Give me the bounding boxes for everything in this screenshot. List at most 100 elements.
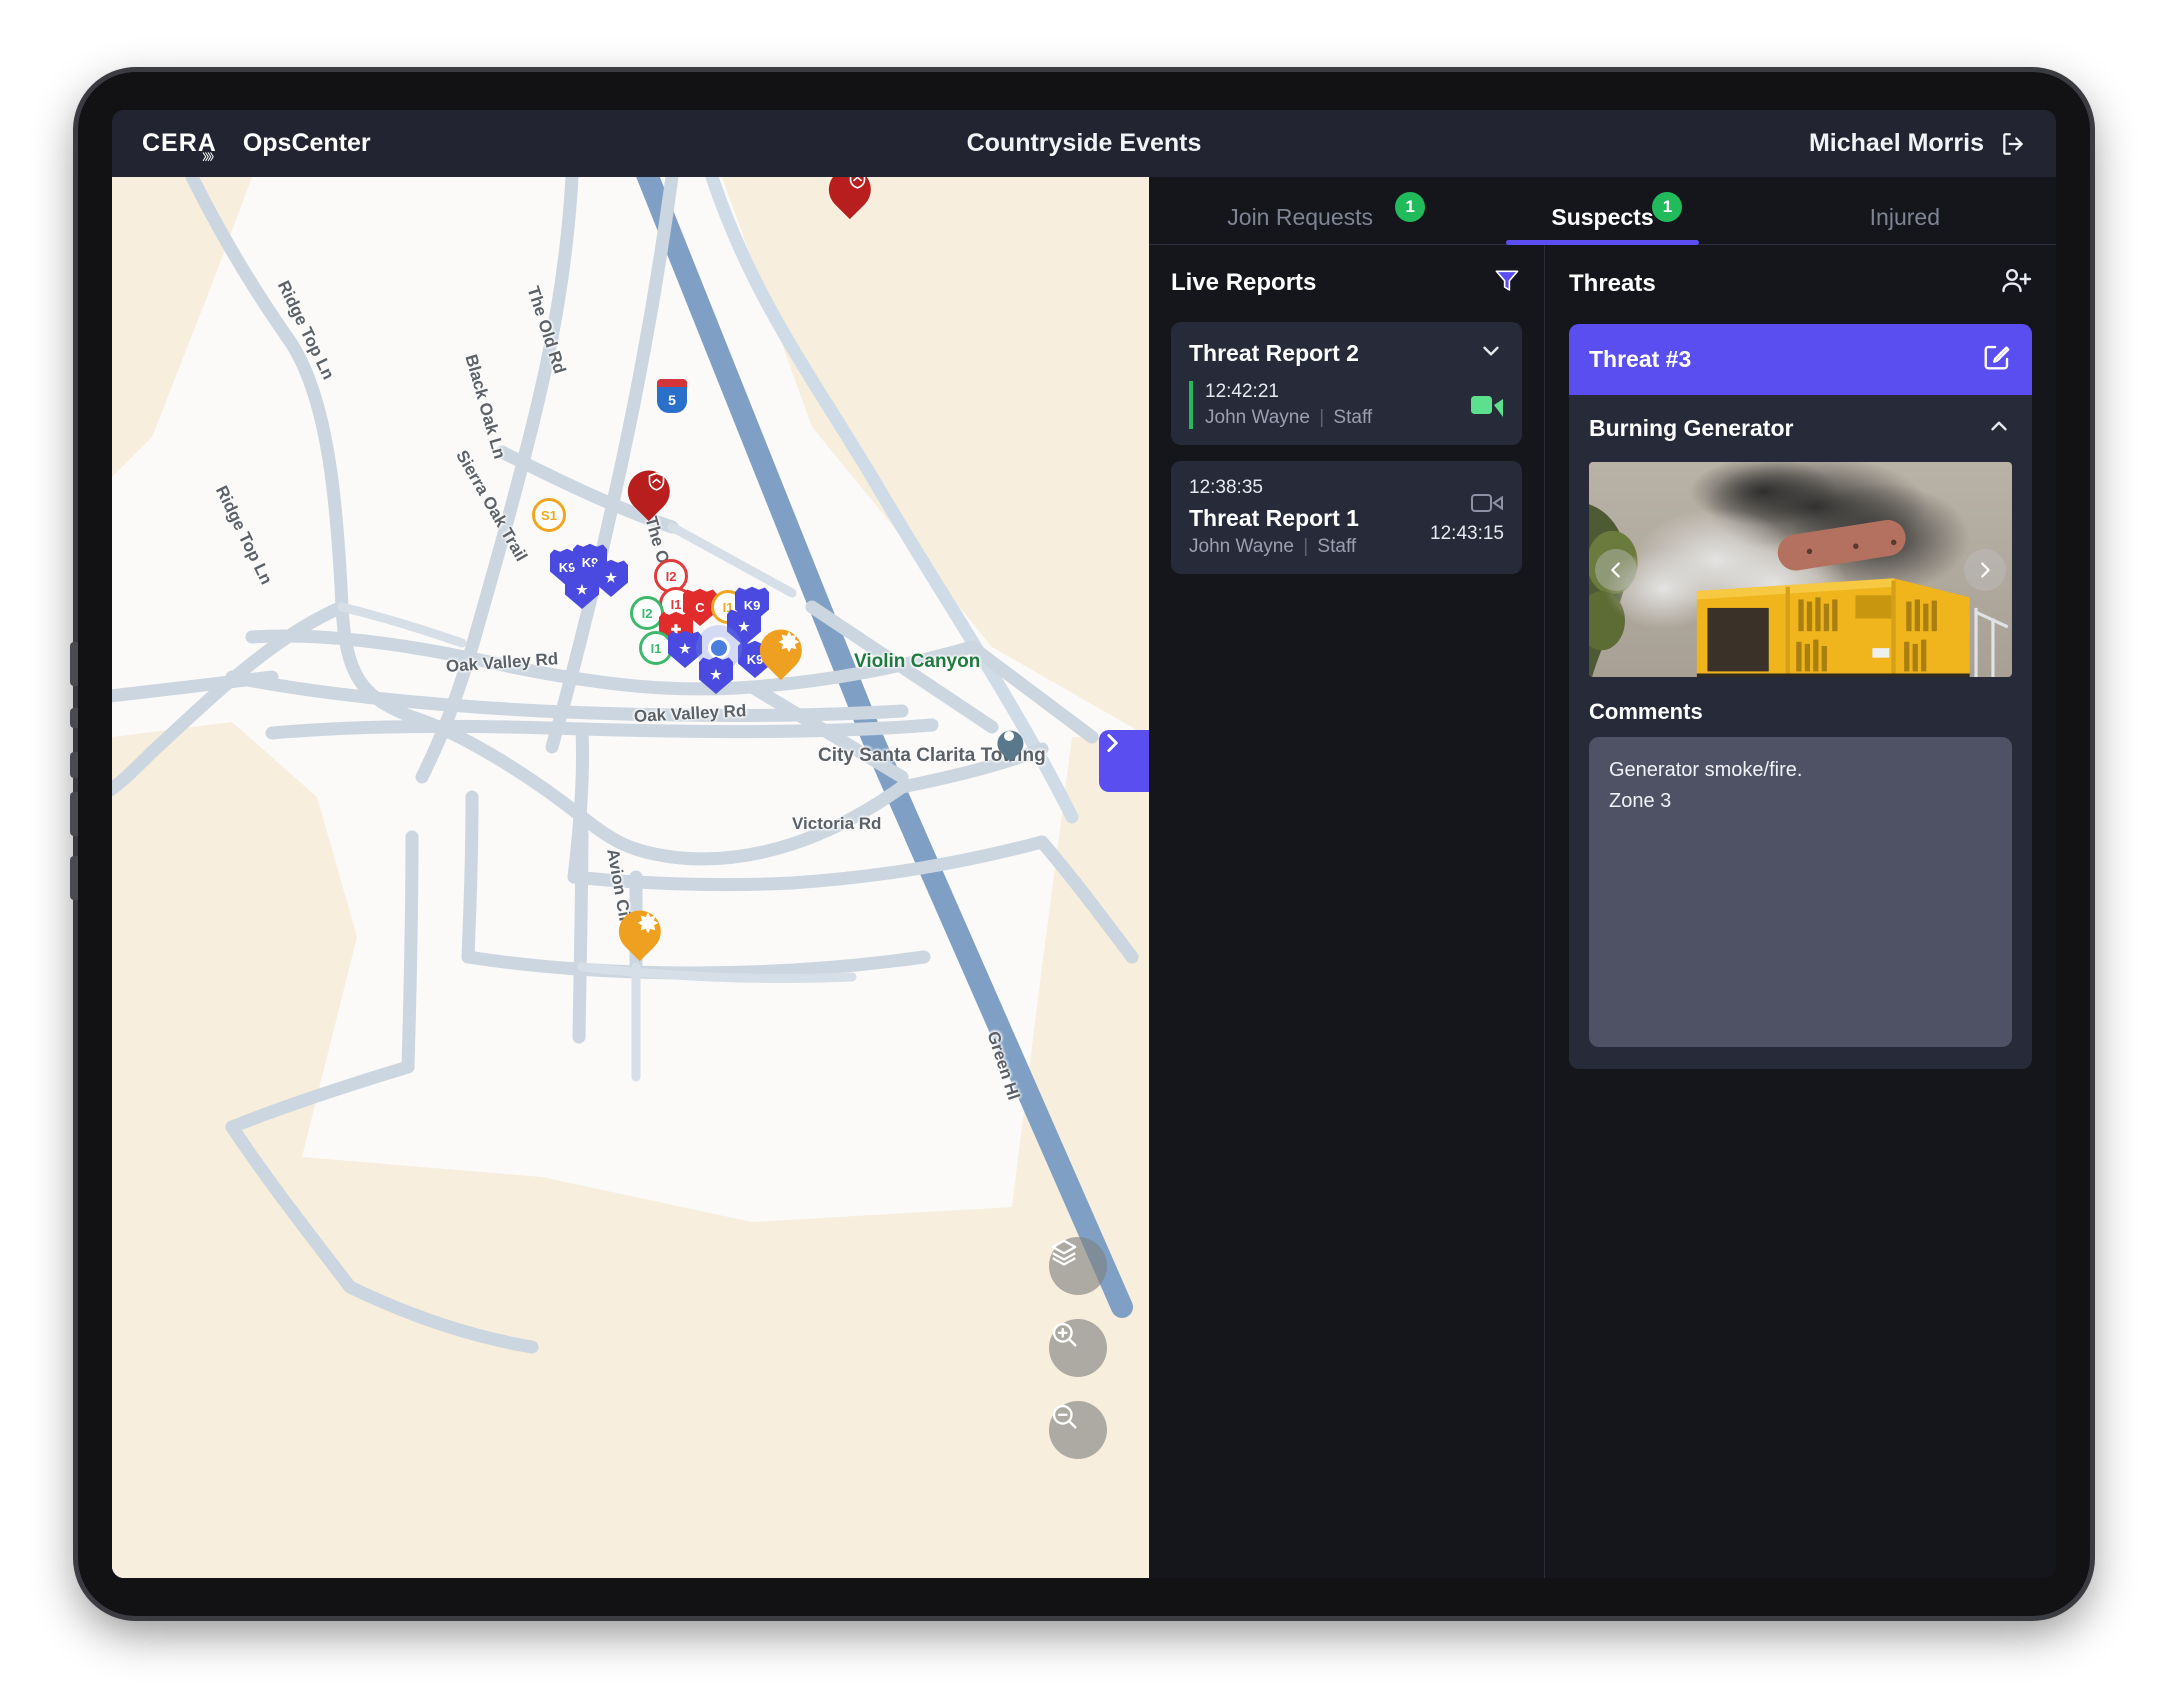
user-name: Michael Morris <box>1808 129 1984 157</box>
live-report-time: 12:42:21 <box>1205 381 1279 402</box>
live-report-separator: | <box>1303 536 1309 557</box>
chevron-right-icon <box>1107 734 1118 752</box>
carousel-next-button[interactable] <box>1964 548 2006 591</box>
live-reports-panel: Live Reports Threat Report 2 12:42:21 Jo… <box>1149 245 1545 1578</box>
map-panel-toggle-button[interactable] <box>1099 730 1149 792</box>
medical-star-icon <box>757 621 800 675</box>
live-report-role: Staff <box>1333 407 1373 428</box>
layers-icon <box>1051 1239 1077 1266</box>
main-content: Ridge Top Ln Ridge Top Ln Black Oak Ln The … <box>112 177 2056 1578</box>
device-button-5[interactable] <box>70 856 78 900</box>
tablet-device-frame: CERA 〉〉〉〉 OpsCenter Countryside Events M… <box>70 72 2090 1616</box>
live-report-role: Staff <box>1317 536 1357 557</box>
threats-title: Threats <box>1569 269 1656 297</box>
map-marker-shield-alert-icon[interactable] <box>826 177 868 214</box>
map-marker-place-icon[interactable] <box>996 725 1022 759</box>
comment-line-1: Generator smoke/fire. <box>1609 759 1803 781</box>
map-marker-medical-star-icon[interactable] <box>757 621 800 675</box>
comments-label: Comments <box>1589 699 1703 724</box>
comment-line-2: Zone 3 <box>1609 790 1672 812</box>
app-screen: CERA 〉〉〉〉 OpsCenter Countryside Events M… <box>112 110 2056 1578</box>
live-reports-title: Live Reports <box>1171 268 1317 296</box>
live-report-time: 12:38:35 <box>1189 477 1263 498</box>
brand-block: CERA 〉〉〉〉 OpsCenter <box>142 129 371 162</box>
zoom-in-icon <box>1052 1322 1077 1347</box>
live-report-card[interactable]: Threat Report 2 12:42:21 John Wayne | St… <box>1171 322 1522 445</box>
shield-marker: ★ <box>699 656 733 694</box>
chevron-down-icon[interactable] <box>1478 338 1504 369</box>
comments-textarea[interactable]: Generator smoke/fire. Zone 3 <box>1589 737 2012 1047</box>
live-report-header: Threat Report 2 <box>1189 338 1504 369</box>
chevron-left-icon <box>1611 561 1620 578</box>
map-marker-[interactable]: ★ <box>699 656 733 694</box>
threats-panel: Threats Threat #3 Burning Generator Comm… <box>1545 245 2056 1578</box>
map-marker-[interactable]: ★ <box>565 571 599 609</box>
shield-marker: ★ <box>565 571 599 609</box>
medical-star-icon <box>616 902 659 956</box>
logout-icon[interactable] <box>2000 131 2026 157</box>
video-camera-icon[interactable] <box>1470 491 1504 515</box>
edit-icon[interactable] <box>1982 342 2012 377</box>
chevron-right-icon <box>1981 561 1990 578</box>
live-report-card[interactable]: 12:38:35 Threat Report 1 John Wayne | St… <box>1171 461 1522 574</box>
screenshot-root: CERA 〉〉〉〉 OpsCenter Countryside Events M… <box>0 0 2166 1688</box>
live-report-separator: | <box>1319 407 1325 428</box>
live-report-body: 12:38:35 Threat Report 1 John Wayne | St… <box>1189 477 1504 558</box>
shield-alert-icon <box>625 462 667 516</box>
place-dot <box>1004 731 1014 741</box>
marker-label: ★ <box>679 641 691 656</box>
zoom-out-icon <box>1052 1404 1077 1429</box>
threat-id-label: Threat #3 <box>1589 346 1692 372</box>
map-zoom-in-button[interactable] <box>1049 1319 1107 1377</box>
top-navigation-bar: CERA 〉〉〉〉 OpsCenter Countryside Events M… <box>112 110 2056 177</box>
live-report-meta: 12:42:21 John Wayne | Staff <box>1189 381 1372 429</box>
threat-name: Burning Generator <box>1589 415 1794 441</box>
map-marker-medical-star-icon[interactable] <box>616 902 659 956</box>
add-person-icon[interactable] <box>2000 265 2032 302</box>
marker-label: C <box>695 599 705 615</box>
threat-id-header[interactable]: Threat #3 <box>1569 324 2032 395</box>
map-canvas[interactable]: Ridge Top Ln Ridge Top Ln Black Oak Ln The … <box>112 177 1149 1578</box>
map-marker-s1[interactable]: S1 <box>532 498 566 532</box>
carousel-prev-button[interactable] <box>1595 548 1637 591</box>
tab-suspects-badge: 1 <box>1652 192 1683 222</box>
tab-join-requests[interactable]: Join Requests 1 <box>1149 192 1451 244</box>
shield-alert-icon <box>826 177 868 214</box>
map-marker-shield-alert-icon[interactable] <box>625 462 667 516</box>
live-report-actions: 12:43:15 <box>1430 491 1504 545</box>
marker-label: ★ <box>710 667 722 682</box>
map-vector-layer <box>112 177 1149 1578</box>
marker-label: ★ <box>576 582 588 597</box>
live-report-title: Threat Report 2 <box>1189 340 1359 366</box>
threat-image-carousel[interactable] <box>1589 462 2012 677</box>
threat-detail-card: Threat #3 Burning Generator Comments Gen… <box>1569 324 2032 1069</box>
sidebar-panels: Live Reports Threat Report 2 12:42:21 Jo… <box>1149 245 2056 1578</box>
map-marker-[interactable]: ★ <box>594 559 628 597</box>
device-button-3[interactable] <box>70 752 78 778</box>
cera-logo-chevrons-icon: 〉〉〉〉 <box>202 152 218 162</box>
threat-name-row[interactable]: Burning Generator <box>1569 395 2032 454</box>
product-name: OpsCenter <box>242 129 371 157</box>
tab-join-requests-label: Join Requests <box>1227 204 1374 230</box>
device-button-1[interactable] <box>70 642 78 686</box>
device-button-4[interactable] <box>70 792 78 836</box>
highway-shield-top <box>657 379 687 387</box>
video-camera-icon[interactable] <box>1470 393 1504 417</box>
map-zoom-out-button[interactable] <box>1049 1401 1107 1459</box>
device-button-2[interactable] <box>70 708 78 728</box>
marker-label: ★ <box>605 570 617 585</box>
tab-suspects[interactable]: Suspects 1 <box>1451 192 1753 245</box>
live-report-stamp: 12:43:15 <box>1430 522 1504 544</box>
live-report-body: 12:42:21 John Wayne | Staff <box>1189 381 1504 429</box>
tab-join-requests-badge: 1 <box>1395 192 1426 222</box>
tab-injured[interactable]: Injured <box>1754 204 2056 244</box>
highway-shield-number: 5 <box>657 387 687 413</box>
chevron-up-icon[interactable] <box>1986 413 2012 444</box>
right-sidebar: Join Requests 1 Suspects 1 Injured Live … <box>1149 177 2056 1578</box>
live-report-author: John Wayne | Staff <box>1189 536 1359 558</box>
map-layers-button[interactable] <box>1049 1237 1107 1295</box>
filter-icon[interactable] <box>1492 265 1522 300</box>
burning-generator-photo <box>1589 462 2012 677</box>
live-report-title: Threat Report 1 <box>1189 505 1359 531</box>
tab-injured-label: Injured <box>1869 204 1940 230</box>
